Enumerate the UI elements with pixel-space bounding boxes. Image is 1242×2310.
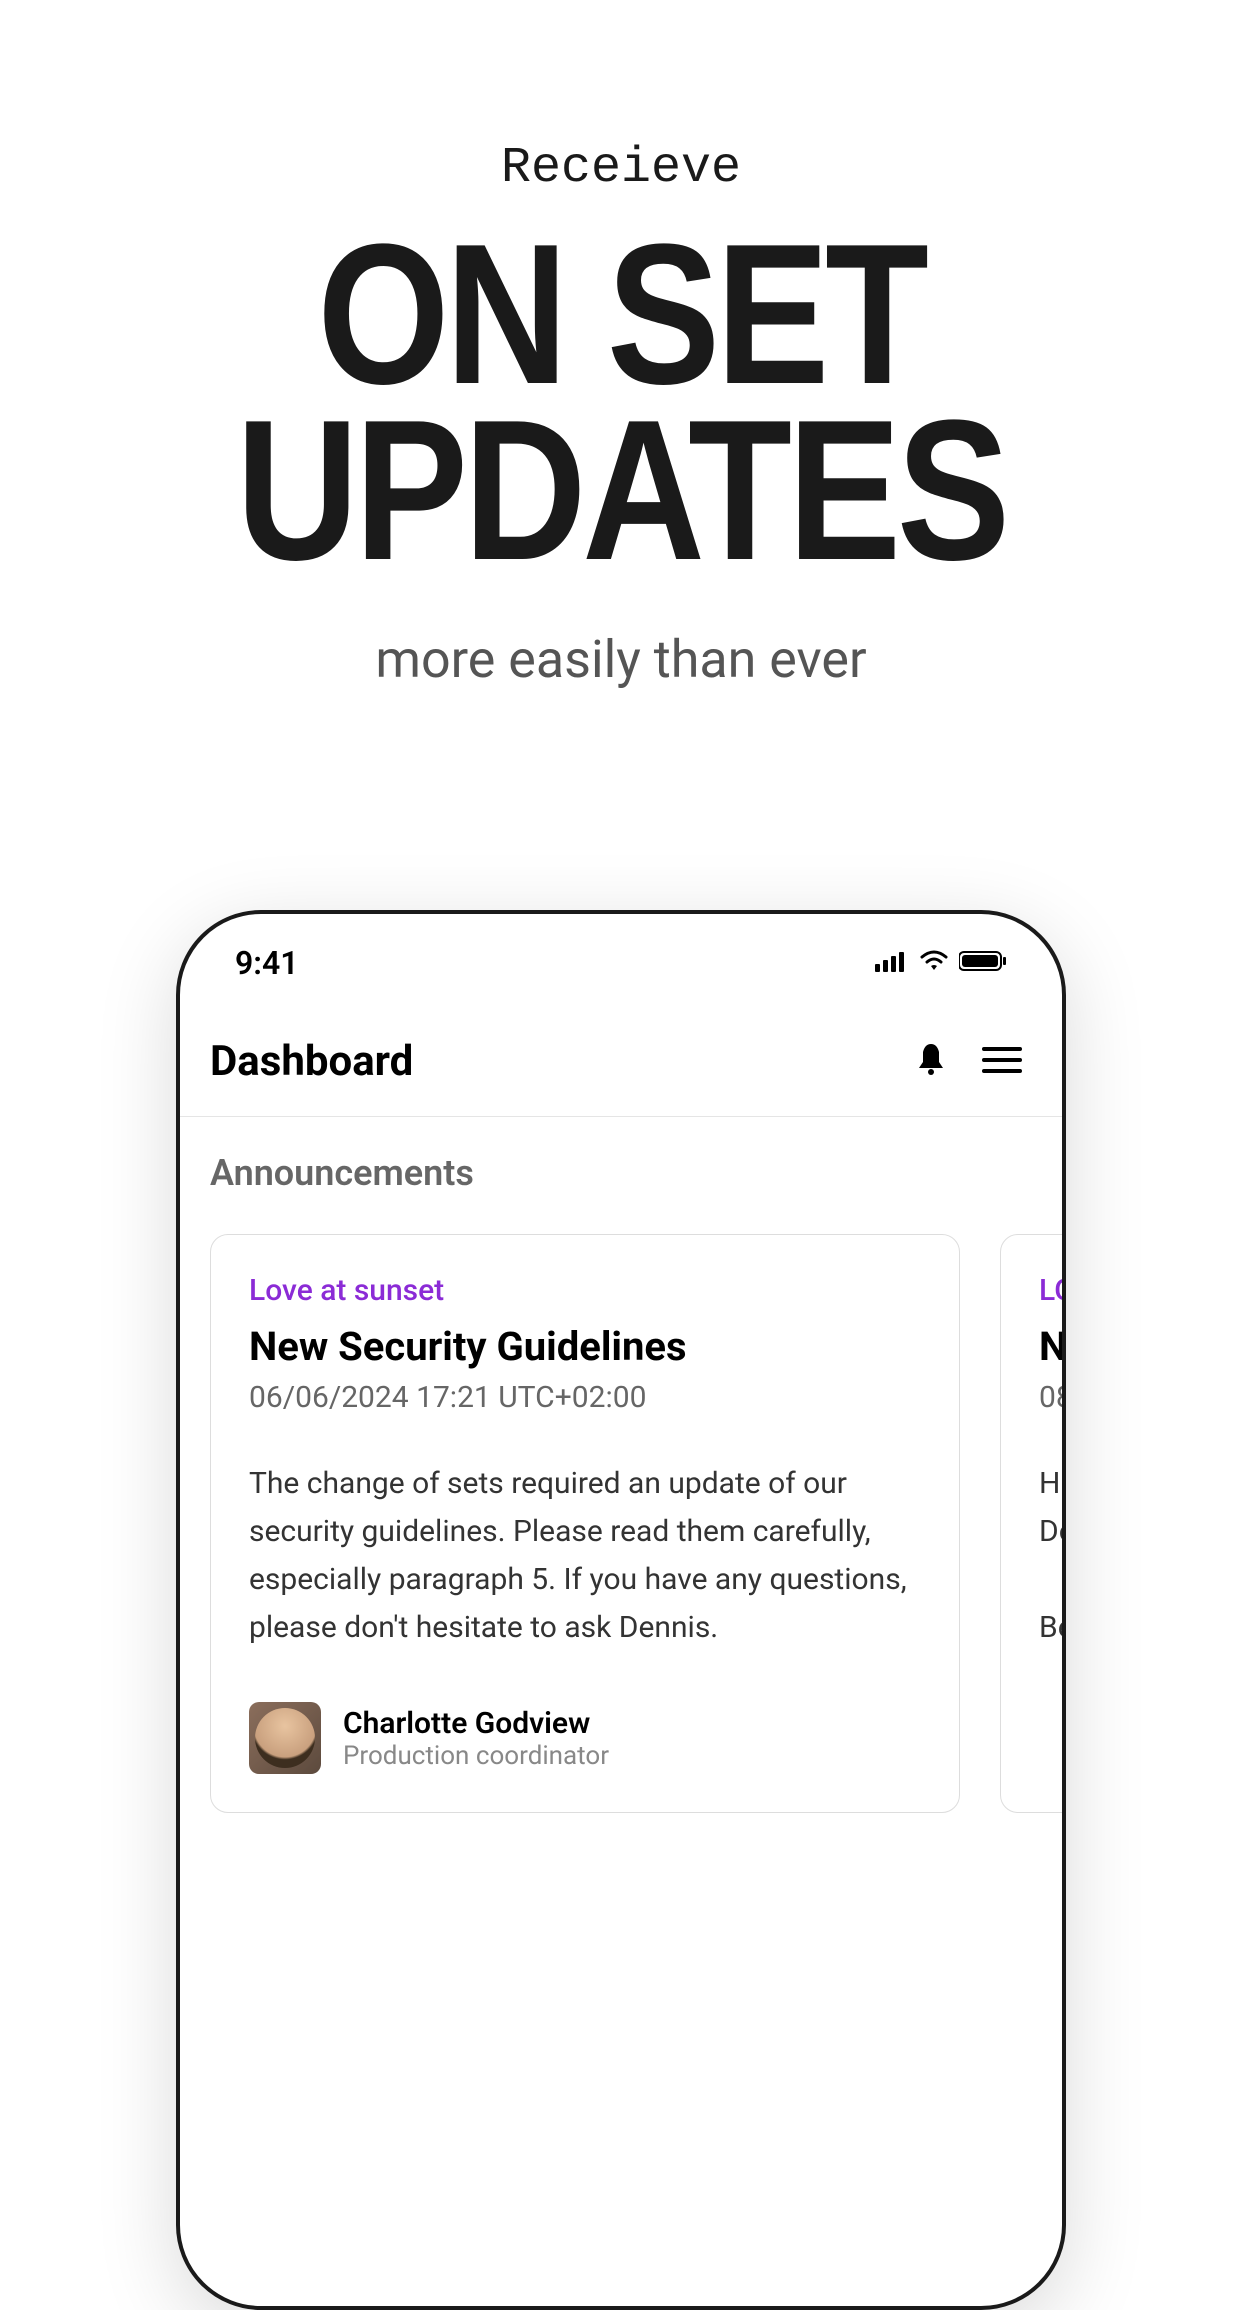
announcement-title: N [1039,1323,1066,1370]
hero-title-line1: ON SET [93,227,1149,403]
hero-section: Receieve ON SET UPDATES more easily than… [0,0,1242,690]
header-icons [915,1042,1022,1082]
author-info: Charlotte Godview Production coordinator [343,1706,609,1771]
hero-subtitle: more easily than ever [0,629,1242,690]
announcement-card[interactable]: LO N 08 Hi Do Be [1000,1234,1066,1813]
status-bar: 9:41 [180,914,1062,1002]
announcement-body: The change of sets required an update of… [249,1460,921,1652]
announcement-project: LO [1039,1273,1066,1308]
app-header: Dashboard [180,1002,1062,1117]
menu-icon[interactable] [982,1045,1022,1079]
author-name: Charlotte Godview [343,1706,609,1741]
hero-title-line2: UPDATES [93,403,1149,579]
announcement-body: Hi Do Be [1039,1460,1066,1652]
announcement-card[interactable]: Love at sunset New Security Guidelines 0… [210,1234,960,1813]
announcements-section-title: Announcements [180,1117,1062,1214]
hero-pretitle: Receieve [0,140,1242,197]
announcement-project: Love at sunset [249,1273,921,1308]
hero-title: ON SET UPDATES [93,227,1149,579]
phone-frame: 9:41 [176,910,1066,2310]
announcement-date: 08 [1039,1380,1066,1415]
status-icons [875,950,1007,976]
announcement-title: New Security Guidelines [249,1323,921,1370]
signal-icon [875,950,909,976]
status-time: 9:41 [235,944,299,982]
page-title: Dashboard [210,1037,413,1086]
wifi-icon [919,950,949,976]
author-role: Production coordinator [343,1741,609,1771]
avatar [249,1702,321,1774]
announcement-date: 06/06/2024 17:21 UTC+02:00 [249,1380,921,1415]
bell-icon[interactable] [915,1042,947,1082]
battery-icon [959,950,1007,976]
announcement-author: Charlotte Godview Production coordinator [249,1702,921,1774]
announcements-list[interactable]: Love at sunset New Security Guidelines 0… [180,1214,1062,1833]
